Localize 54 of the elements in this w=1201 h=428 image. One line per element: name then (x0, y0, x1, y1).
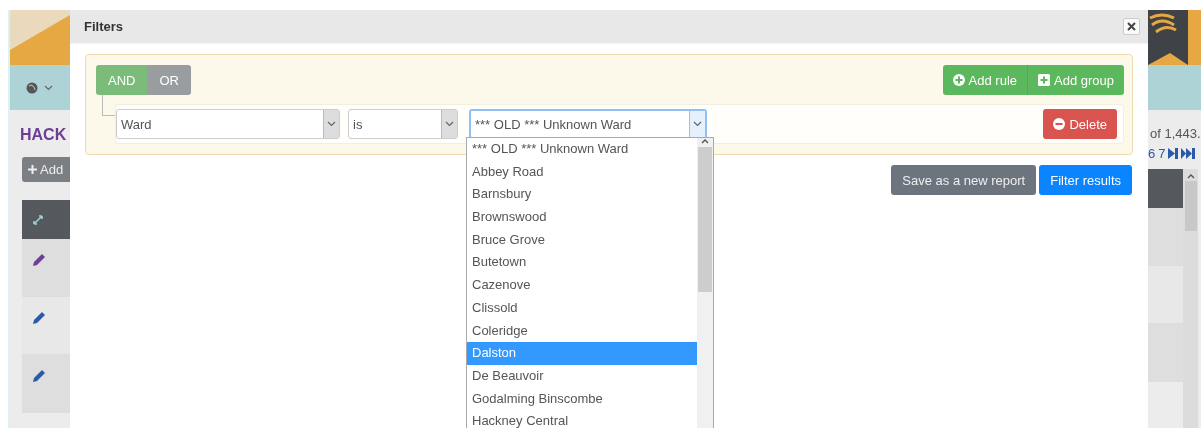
delete-button[interactable]: Delete (1043, 109, 1117, 139)
filter-results-button[interactable]: Filter results (1039, 165, 1132, 195)
scrollbar-thumb[interactable] (698, 147, 712, 292)
dropdown-option[interactable]: Brownswood (467, 206, 697, 229)
plus-icon (28, 165, 37, 174)
pencil-icon[interactable] (32, 311, 46, 325)
pencil-icon[interactable] (32, 253, 46, 267)
close-button[interactable] (1123, 18, 1140, 35)
dropdown-option[interactable]: Bruce Grove (467, 228, 697, 252)
last-page-icon[interactable] (1181, 148, 1196, 159)
value-select[interactable]: *** OLD *** Unknown Ward (469, 109, 707, 139)
dropdown-option[interactable]: Clissold (467, 296, 697, 320)
plus-circle-icon (952, 74, 965, 86)
scroll-up-icon[interactable] (1186, 173, 1195, 179)
scrollbar[interactable] (1183, 169, 1198, 428)
dropdown-option[interactable]: De Beauvoir (467, 364, 697, 388)
pencil-icon[interactable] (32, 369, 46, 383)
dialog-title: Filters (84, 19, 123, 34)
dropdown-option[interactable]: Butetown (467, 251, 697, 275)
table-row (1148, 208, 1183, 266)
caret-icon (44, 84, 53, 91)
table-row (1148, 324, 1183, 382)
dropdown-option[interactable]: Barnsbury (467, 183, 697, 207)
dropdown-option[interactable]: Abbey Road (467, 160, 697, 184)
plus-square-icon (1038, 74, 1050, 86)
next-page-icon[interactable] (1168, 148, 1179, 159)
results-count: of 1,443. (1150, 126, 1201, 141)
table-row (1148, 266, 1183, 324)
dropdown-option[interactable]: Cazenove (467, 274, 697, 297)
minus-circle-icon (1053, 118, 1066, 130)
dropdown-option[interactable]: *** OLD *** Unknown Ward (467, 138, 697, 161)
chevron-down-icon (445, 121, 454, 127)
expand-icon[interactable] (32, 213, 44, 226)
chevron-down-icon (327, 121, 336, 127)
page-link[interactable]: 7 (1158, 146, 1166, 161)
logo-drawing (1148, 10, 1201, 65)
add-button[interactable]: Add (22, 157, 70, 182)
page-link[interactable]: 6 (1148, 146, 1156, 161)
field-select[interactable]: Ward (116, 109, 340, 139)
banner-drawing (10, 10, 70, 65)
page-heading: HACK (20, 126, 68, 144)
close-icon (1127, 22, 1136, 31)
table-header (1148, 169, 1183, 208)
globe-icon[interactable] (26, 81, 38, 94)
save-report-button[interactable]: Save as a new report (891, 165, 1037, 195)
scrollbar[interactable] (697, 138, 713, 428)
nav-bar (1148, 65, 1201, 110)
scroll-up-icon[interactable] (701, 138, 709, 144)
dropdown-option[interactable]: Coleridge (467, 319, 697, 343)
operator-select[interactable]: is (348, 109, 458, 139)
scrollbar-thumb[interactable] (1184, 181, 1197, 231)
dropdown-option[interactable]: Godalming Binscombe (467, 387, 697, 411)
dropdown-option[interactable]: Hackney Central (467, 410, 697, 428)
chevron-down-icon (693, 121, 702, 127)
